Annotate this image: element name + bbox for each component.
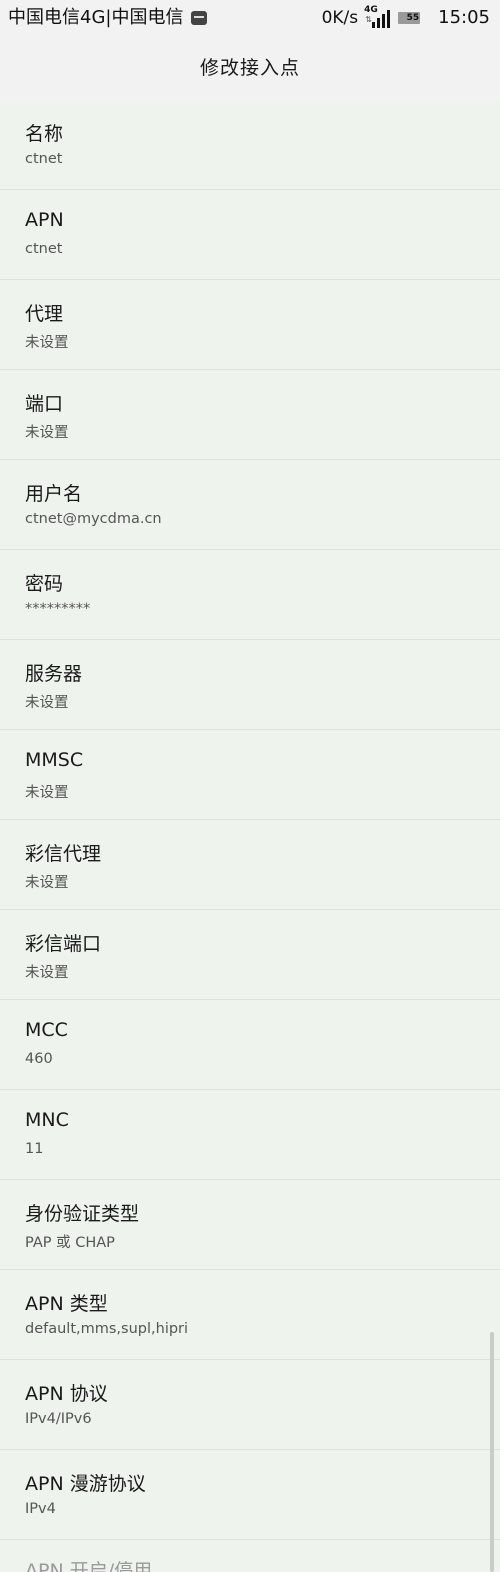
setting-value: 未设置	[25, 695, 69, 711]
setting-mcc[interactable]: MCC 460	[0, 1000, 500, 1090]
status-bar: 中国电信4G|中国电信 0K/s 4G ⇅ 55 15:05	[0, 0, 500, 36]
setting-title: 服务器	[25, 663, 83, 685]
setting-value: IPv4	[25, 1501, 56, 1517]
apn-settings-list: 名称 ctnet APN ctnet 代理 未设置 端口 未设置 用户名 ctn…	[0, 100, 500, 1572]
battery-icon: 55	[398, 12, 421, 24]
setting-mnc[interactable]: MNC 11	[0, 1090, 500, 1180]
apn-edit-screen: 中国电信4G|中国电信 0K/s 4G ⇅ 55 15:05 修改接入点 名称 …	[0, 0, 500, 1572]
setting-apn-enable[interactable]: APN 开启/停用	[0, 1540, 500, 1572]
setting-apn-protocol[interactable]: APN 协议 IPv4/IPv6	[0, 1360, 500, 1450]
setting-value: ctnet@mycdma.cn	[25, 511, 162, 527]
carrier-label: 中国电信4G|中国电信	[8, 7, 184, 28]
title-bar: 修改接入点	[0, 36, 500, 100]
setting-value: 未设置	[25, 785, 69, 801]
setting-value: IPv4/IPv6	[25, 1411, 92, 1427]
setting-title: MMSC	[25, 749, 84, 771]
setting-value: 未设置	[25, 875, 69, 891]
status-right: 0K/s 4G ⇅ 55 15:05	[322, 0, 490, 36]
setting-title: MNC	[25, 1109, 69, 1131]
setting-title: APN 协议	[25, 1383, 108, 1405]
setting-proxy[interactable]: 代理 未设置	[0, 280, 500, 370]
setting-value: 460	[25, 1051, 53, 1067]
setting-value: *********	[25, 601, 91, 617]
network-speed: 0K/s	[321, 8, 359, 28]
signal-bars	[372, 10, 391, 28]
setting-value: PAP 或 CHAP	[25, 1235, 115, 1251]
setting-value: 11	[25, 1141, 44, 1157]
setting-apn-roaming-protocol[interactable]: APN 漫游协议 IPv4	[0, 1450, 500, 1540]
setting-auth-type[interactable]: 身份验证类型 PAP 或 CHAP	[0, 1180, 500, 1270]
setting-title: MCC	[25, 1019, 68, 1041]
setting-title: APN 类型	[25, 1293, 108, 1315]
setting-port[interactable]: 端口 未设置	[0, 370, 500, 460]
setting-title: APN 漫游协议	[25, 1473, 146, 1495]
setting-server[interactable]: 服务器 未设置	[0, 640, 500, 730]
setting-mms-port[interactable]: 彩信端口 未设置	[0, 910, 500, 1000]
setting-title: 彩信端口	[25, 933, 102, 955]
setting-value: ctnet	[25, 151, 63, 167]
setting-value: 未设置	[25, 335, 69, 351]
setting-apn[interactable]: APN ctnet	[0, 190, 500, 280]
setting-value: 未设置	[25, 425, 69, 441]
signal-strength-icon: 4G ⇅	[364, 5, 392, 30]
setting-title: 身份验证类型	[25, 1203, 140, 1225]
setting-name[interactable]: 名称 ctnet	[0, 100, 500, 190]
battery-level: 55	[406, 13, 420, 23]
setting-apn-type[interactable]: APN 类型 default,mms,supl,hipri	[0, 1270, 500, 1360]
setting-title: 彩信代理	[25, 843, 102, 865]
data-activity-icon: ⇅	[365, 15, 372, 24]
setting-username[interactable]: 用户名 ctnet@mycdma.cn	[0, 460, 500, 550]
scrollbar[interactable]	[490, 1332, 494, 1572]
setting-title: 用户名	[25, 483, 83, 505]
status-left: 中国电信4G|中国电信	[8, 0, 208, 36]
setting-value: ctnet	[25, 241, 63, 257]
setting-title: 代理	[25, 303, 64, 325]
clock: 15:05	[438, 7, 490, 28]
setting-title: APN	[25, 209, 64, 231]
setting-title: 端口	[25, 393, 64, 415]
setting-title: 名称	[25, 123, 64, 145]
setting-value: 未设置	[25, 965, 69, 981]
setting-title: APN 开启/停用	[25, 1560, 153, 1572]
setting-title: 密码	[25, 573, 64, 595]
notification-icon	[191, 11, 208, 25]
setting-password[interactable]: 密码 *********	[0, 550, 500, 640]
setting-value: default,mms,supl,hipri	[25, 1321, 189, 1337]
setting-mms-proxy[interactable]: 彩信代理 未设置	[0, 820, 500, 910]
setting-mmsc[interactable]: MMSC 未设置	[0, 730, 500, 820]
page-title: 修改接入点	[199, 57, 300, 79]
